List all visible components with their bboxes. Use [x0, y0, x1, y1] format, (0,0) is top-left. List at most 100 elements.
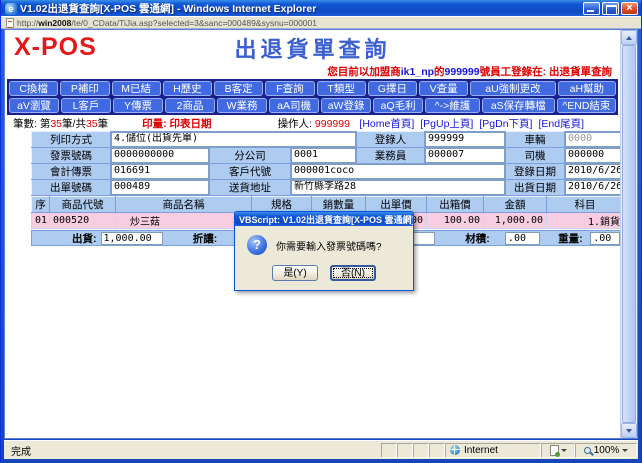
cell-amount: 1,000.00	[484, 213, 547, 229]
status-text: 完成	[6, 443, 381, 458]
button-reprint[interactable]: P補印	[60, 81, 109, 96]
print-mode-field[interactable]: 4.儲位(出貨先單)	[111, 132, 356, 147]
no-button[interactable]: 否(N)	[330, 265, 376, 281]
order-no-field[interactable]: 000489	[111, 180, 209, 195]
dialog-buttons: 是(Y) 否(N)	[235, 255, 413, 290]
button-customer-set[interactable]: B客定	[214, 81, 263, 96]
page-nav-links: [Home首頁] [PgUp上頁] [PgDn下頁] [End尾頁]	[359, 116, 584, 131]
button-customer[interactable]: L客戶	[61, 98, 111, 113]
customer-field[interactable]: 000001coco	[291, 164, 505, 179]
button-closed[interactable]: M已結	[112, 81, 161, 96]
button-sales[interactable]: W業務	[217, 98, 267, 113]
button-check-qty[interactable]: V查量	[419, 81, 468, 96]
ie-icon[interactable]	[5, 3, 17, 15]
page-title: 出退貨單查詢	[125, 32, 500, 64]
page-icon	[6, 18, 14, 28]
vbscript-dialog: VBScript: V1.02出退貨查詢[X-POS 雲通網] 你需要輸入發票號…	[234, 211, 414, 291]
close-button[interactable]	[621, 2, 638, 15]
voucher-field[interactable]: 016691	[111, 164, 209, 179]
button-save-transfer[interactable]: aS保存轉檔	[482, 98, 555, 113]
vehicle-field[interactable]: 0000	[565, 132, 620, 147]
address-bar[interactable]: http://win2008/te/0_CData/TiJia.asp?sele…	[1, 16, 641, 29]
reg-date-label: 登錄日期	[506, 164, 565, 180]
login-prefix: 您目前以加盟商	[327, 66, 401, 78]
button-type[interactable]: T類型	[317, 81, 366, 96]
button-end[interactable]: ^END結束	[557, 98, 616, 113]
button-history[interactable]: H歷史	[163, 81, 212, 96]
print-info: 印量: 印表日期	[142, 116, 211, 131]
volume-field[interactable]: .00	[505, 232, 540, 245]
nav-home[interactable]: [Home首頁]	[359, 116, 414, 131]
button-help[interactable]: aH幫助	[558, 81, 616, 96]
ship-date-label: 出貨日期	[506, 180, 565, 196]
page-check-icon	[550, 445, 559, 456]
button-gross-profit[interactable]: aQ毛利	[373, 98, 423, 113]
login-status-line: 您目前以加盟商ik1_np的999999號員工登錄在: 出退貨單查詢	[5, 64, 620, 78]
button-force-update[interactable]: aU強制更改	[470, 81, 555, 96]
title-bar: V1.02出退貨查詢[X-POS 雲通網] - Windows Internet…	[1, 0, 641, 16]
login-field[interactable]: 999999	[425, 132, 505, 147]
window-title: V1.02出退貨查詢[X-POS 雲通網] - Windows Internet…	[20, 1, 581, 16]
zoom-control[interactable]: 100%	[575, 443, 637, 458]
button-product[interactable]: 2商品	[165, 98, 215, 113]
voucher-label: 會計傳票	[32, 164, 111, 180]
cell-account: 1.銷貨	[547, 213, 621, 229]
col-box-price: 出箱價	[427, 197, 484, 213]
ship-total-field[interactable]: 1,000.00	[101, 232, 163, 245]
scroll-up-button[interactable]	[621, 30, 637, 45]
protected-mode-control[interactable]	[541, 443, 575, 458]
button-maintain[interactable]: ^->維護	[425, 98, 480, 113]
info-bar: 筆數: 第35筆/共35筆 印量: 印表日期 操作人: 999999 [Home…	[5, 115, 620, 130]
page-header: X-POS 出退貨單查詢	[5, 30, 620, 64]
reg-date-field[interactable]: 2010/6/26	[565, 164, 620, 179]
minimize-button[interactable]	[583, 2, 600, 15]
yes-button[interactable]: 是(Y)	[272, 265, 318, 281]
maximize-button[interactable]	[602, 2, 619, 15]
invoice-field[interactable]: 0000000000	[111, 148, 209, 163]
nav-end[interactable]: [End尾頁]	[538, 116, 584, 131]
dialog-body: 你需要輸入發票號碼嗎?	[235, 226, 413, 255]
weight-field[interactable]: .00	[590, 232, 620, 245]
toolbar-row-2: aV瀏覽 L客戶 Y傳票 2商品 W業務 aA司機 aW登錄 aQ毛利 ^->維…	[9, 98, 616, 113]
button-voucher[interactable]: Y傳票	[113, 98, 163, 113]
ship-total-label: 出貨:	[72, 231, 97, 246]
branch-label: 分公司	[210, 148, 291, 164]
scroll-thumb[interactable]	[622, 45, 636, 423]
print-mode-label: 列印方式	[32, 132, 111, 148]
toolbar-row-1: C換檔 P補印 M已結 H歷史 B客定 F查詢 T類型 G擇日 V查量 aU強制…	[9, 81, 616, 96]
nav-pgup[interactable]: [PgUp上頁]	[420, 116, 473, 131]
toolbar: C換檔 P補印 M已結 H歷史 B客定 F查詢 T類型 G擇日 V查量 aU強制…	[7, 79, 618, 115]
col-seq: 序	[32, 197, 50, 213]
count-mid: 筆/共	[62, 118, 86, 130]
xpos-logo: X-POS	[14, 33, 97, 62]
button-login[interactable]: aW登錄	[321, 98, 371, 113]
button-pick-date[interactable]: G擇日	[368, 81, 417, 96]
button-switch-file[interactable]: C換檔	[9, 81, 58, 96]
order-form: 列印方式 4.儲位(出貨先單) 登錄人 999999 車輛 0000 發票號碼 …	[31, 131, 620, 196]
url-text[interactable]: http://win2008/te/0_CData/TiJia.asp?sele…	[17, 18, 317, 28]
count-current: 35	[50, 118, 62, 130]
operator-label: 操作人:	[278, 118, 315, 130]
scroll-down-button[interactable]	[621, 423, 637, 438]
zoom-icon	[584, 447, 591, 454]
dialog-message: 你需要輸入發票號碼嗎?	[276, 235, 382, 253]
dialog-title: VBScript: V1.02出退貨查詢[X-POS 雲通網]	[239, 213, 413, 226]
button-query[interactable]: F查詢	[265, 81, 314, 96]
driver-field[interactable]: 000000	[565, 148, 620, 163]
nav-pgdn[interactable]: [PgDn下頁]	[479, 116, 532, 131]
salesman-field[interactable]: 000007	[425, 148, 505, 163]
col-product-code: 商品代號	[50, 197, 116, 213]
button-driver[interactable]: aA司機	[269, 98, 319, 113]
zoom-level: 100%	[594, 445, 620, 456]
ship-date-field[interactable]: 2010/6/26	[565, 180, 620, 195]
volume-label: 材積:	[465, 231, 501, 246]
button-browse[interactable]: aV瀏覽	[9, 98, 59, 113]
url-host: win2008	[38, 18, 71, 28]
login-mid: 的	[434, 66, 445, 78]
branch-field[interactable]: 0001	[291, 148, 356, 163]
cell-box-price: 100.00	[427, 213, 484, 229]
vertical-scrollbar[interactable]	[620, 30, 637, 438]
delivery-address-field[interactable]: 新竹縣李路28	[291, 180, 505, 195]
dropdown-arrow-icon	[561, 449, 567, 452]
status-segment	[381, 443, 397, 458]
